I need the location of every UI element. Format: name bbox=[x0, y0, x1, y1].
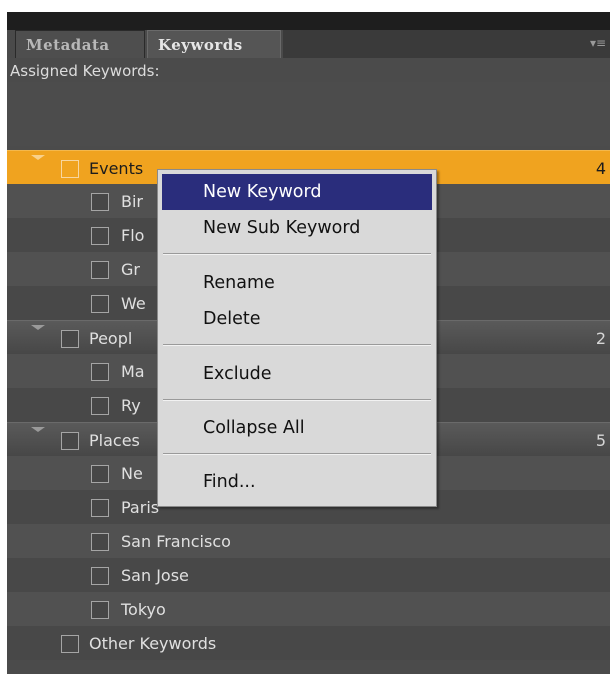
keyword-checkbox[interactable] bbox=[91, 363, 109, 381]
keyword-checkbox[interactable] bbox=[91, 499, 109, 517]
keyword-label: Ne bbox=[121, 464, 143, 483]
keyword-row[interactable]: San Jose bbox=[7, 558, 610, 592]
keyword-row-other[interactable]: Other Keywords bbox=[7, 626, 610, 660]
menu-item-exclude[interactable]: Exclude bbox=[162, 356, 432, 392]
keyword-count: 2 bbox=[595, 329, 606, 348]
tab-metadata[interactable]: Metadata bbox=[15, 30, 145, 58]
expand-triangle-icon[interactable] bbox=[31, 155, 45, 160]
keyword-label: Other Keywords bbox=[89, 634, 217, 653]
keyword-checkbox[interactable] bbox=[91, 465, 109, 483]
keyword-row[interactable]: Tokyo bbox=[7, 592, 610, 626]
keyword-checkbox[interactable] bbox=[91, 193, 109, 211]
menu-item-rename[interactable]: Rename bbox=[162, 265, 432, 301]
keyword-checkbox[interactable] bbox=[61, 330, 79, 348]
expand-triangle-icon[interactable] bbox=[31, 325, 45, 330]
keyword-label: Flo bbox=[121, 226, 145, 245]
keyword-checkbox[interactable] bbox=[91, 567, 109, 585]
menu-separator bbox=[163, 453, 431, 455]
keyword-label: San Francisco bbox=[121, 532, 231, 551]
keyword-checkbox[interactable] bbox=[91, 227, 109, 245]
keyword-checkbox[interactable] bbox=[91, 397, 109, 415]
context-menu: New Keyword New Sub Keyword Rename Delet… bbox=[157, 169, 437, 507]
keyword-label: Tokyo bbox=[121, 600, 166, 619]
keyword-label: Peopl bbox=[89, 329, 133, 348]
menu-item-find[interactable]: Find... bbox=[162, 464, 432, 500]
keyword-row[interactable]: San Francisco bbox=[7, 524, 610, 558]
expand-triangle-icon[interactable] bbox=[31, 427, 45, 432]
assigned-keywords-field[interactable] bbox=[7, 82, 610, 146]
menu-item-delete[interactable]: Delete bbox=[162, 301, 432, 337]
keyword-checkbox[interactable] bbox=[91, 261, 109, 279]
keyword-label: Places bbox=[89, 431, 140, 450]
panel-title-bar bbox=[7, 12, 610, 30]
menu-item-collapse-all[interactable]: Collapse All bbox=[162, 410, 432, 446]
keywords-panel: Metadata Keywords ▾≡ Assigned Keywords: … bbox=[7, 12, 610, 674]
keyword-label: Ry bbox=[121, 396, 141, 415]
keyword-count: 4 bbox=[595, 159, 606, 178]
keyword-label: Ma bbox=[121, 362, 145, 381]
keyword-checkbox[interactable] bbox=[61, 635, 79, 653]
keyword-label: San Jose bbox=[121, 566, 189, 585]
menu-item-new-keyword[interactable]: New Keyword bbox=[162, 174, 432, 210]
keyword-checkbox[interactable] bbox=[61, 432, 79, 450]
keyword-checkbox[interactable] bbox=[61, 160, 79, 178]
tab-strip bbox=[283, 30, 610, 58]
keyword-label: Paris bbox=[121, 498, 160, 517]
keyword-checkbox[interactable] bbox=[91, 533, 109, 551]
keyword-label: Events bbox=[89, 159, 144, 178]
menu-separator bbox=[163, 253, 431, 255]
tab-keywords[interactable]: Keywords bbox=[147, 30, 281, 58]
keyword-checkbox[interactable] bbox=[91, 601, 109, 619]
menu-item-new-sub-keyword[interactable]: New Sub Keyword bbox=[162, 210, 432, 246]
keyword-label: We bbox=[121, 294, 146, 313]
keyword-count: 5 bbox=[595, 431, 606, 450]
panel-menu-icon[interactable]: ▾≡ bbox=[588, 34, 608, 52]
keyword-label: Bir bbox=[121, 192, 143, 211]
assigned-keywords-label: Assigned Keywords: bbox=[10, 62, 160, 80]
menu-separator bbox=[163, 399, 431, 401]
keyword-label: Gr bbox=[121, 260, 140, 279]
menu-separator bbox=[163, 344, 431, 346]
keyword-checkbox[interactable] bbox=[91, 295, 109, 313]
